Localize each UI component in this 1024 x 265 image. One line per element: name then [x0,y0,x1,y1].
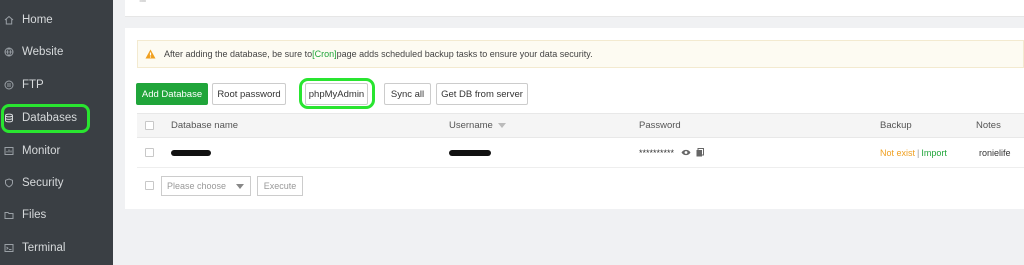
shield-icon [4,178,14,188]
sync-all-button[interactable]: Sync all [384,83,431,105]
notes-cell[interactable]: ronielife [979,138,1011,167]
sidebar-item-label: Website [22,46,64,58]
backup-separator: | [917,147,920,158]
batch-action-select[interactable]: Please choose [161,176,251,196]
notice-text-after: page adds scheduled backup tasks to ensu… [336,49,593,59]
sidebar-item-security[interactable]: Security [0,171,113,195]
sidebar-item-website[interactable]: Website [0,40,113,64]
copy-icon[interactable] [696,148,705,157]
execute-button[interactable]: Execute [257,176,303,196]
batch-select-placeholder: Please choose [167,181,227,191]
folder-icon [4,210,14,220]
sidebar-item-databases[interactable]: Databases [0,106,113,130]
database-icon [4,113,14,123]
backup-notice: After adding the database, be sure to [C… [137,40,1024,68]
header-username-label: Username [449,120,493,131]
header-username[interactable]: Username [449,114,506,137]
redacted-database-name [171,149,211,156]
sidebar-item-label: Files [22,209,47,221]
sidebar-item-label: Monitor [22,145,61,157]
add-database-button[interactable]: Add Database [136,83,208,105]
sort-down-icon [497,123,506,128]
cron-link[interactable]: [Cron] [312,49,337,59]
header-password: Password [639,120,681,131]
row-checkbox[interactable] [145,148,154,157]
sidebar-item-label: Databases [22,112,77,124]
sidebar-item-label: Terminal [22,242,66,254]
header-database-name[interactable]: Database name [171,114,238,137]
get-db-from-server-button[interactable]: Get DB from server [436,83,528,105]
table-header: Database name Username Password Backup N… [137,113,1024,138]
sidebar-item-label: Security [22,177,64,189]
root-password-button[interactable]: Root password [212,83,286,105]
table-row: ********** Not exist | Import ronielife [137,138,1024,168]
sidebar-item-monitor[interactable]: Monitor [0,139,113,163]
sidebar-item-files[interactable]: Files [0,203,113,227]
select-all-checkbox[interactable] [145,121,154,130]
home-icon [4,15,14,25]
header-notes: Notes [976,120,1001,131]
breadcrumb-icon: ▦ [139,0,147,3]
eye-icon[interactable] [681,149,691,156]
phpmyadmin-button[interactable]: phpMyAdmin [305,83,368,105]
batch-select-checkbox[interactable] [145,181,154,190]
masked-password: ********** [639,147,675,158]
sidebar: Home Website FTP Databases Monitor Secur… [0,0,113,265]
ftp-icon [4,80,14,90]
main-content: ▦ After adding the database, be sure to … [113,0,1024,265]
top-breadcrumb-card: ▦ [125,0,1024,17]
warning-icon [145,49,156,59]
sidebar-item-label: FTP [22,79,44,91]
sidebar-item-home[interactable]: Home [0,8,113,32]
monitor-icon [4,146,14,156]
notice-text-before: After adding the database, be sure to [164,49,313,59]
globe-icon [4,47,14,57]
sidebar-item-ftp[interactable]: FTP [0,73,113,97]
header-backup: Backup [880,120,912,131]
backup-not-exist-link[interactable]: Not exist [880,148,915,158]
terminal-icon [4,243,14,253]
backup-import-link[interactable]: Import [921,148,947,158]
redacted-username [449,149,491,156]
sidebar-item-label: Home [22,14,53,26]
sidebar-item-terminal[interactable]: Terminal [0,236,113,260]
database-panel: After adding the database, be sure to [C… [125,28,1024,209]
batch-operations: Please choose Execute [137,175,437,197]
backup-cell: Not exist | Import [880,138,947,167]
chevron-down-icon [236,184,244,189]
